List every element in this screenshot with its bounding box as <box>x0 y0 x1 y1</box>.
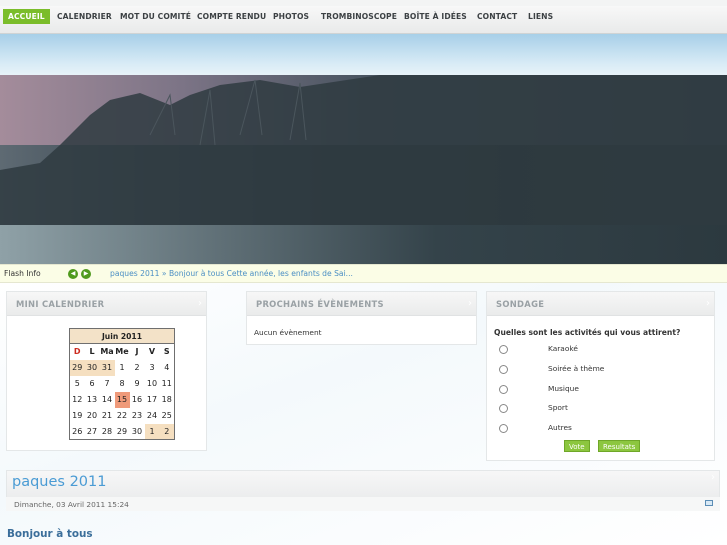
menu-item-liens[interactable]: LIENS <box>528 10 553 24</box>
chevron-right-icon: › <box>468 298 472 309</box>
menu-item-boite-a-idees[interactable]: BOÎTE À IDÉES <box>404 10 467 24</box>
calendar-day: 12 <box>72 395 83 404</box>
calendar-day: 23 <box>131 411 143 420</box>
arrow-left-icon[interactable]: ◀ <box>68 269 78 279</box>
calendar-day: 31 <box>99 359 115 376</box>
poll-option-radio[interactable] <box>499 404 508 413</box>
flash-info-label: Flash Info <box>4 269 41 278</box>
module-title: PROCHAINS ÉVÈNEMENTS <box>256 299 384 309</box>
calendar-day: 20 <box>86 411 98 420</box>
calendar-day: 10 <box>146 379 158 388</box>
calendar-day: 8 <box>119 379 125 388</box>
results-button[interactable]: Resultats <box>598 440 641 452</box>
menu-gloss <box>0 0 727 6</box>
calendar-day: 4 <box>164 363 170 372</box>
calendar-day: 14 <box>101 395 113 404</box>
calendar-day: 17 <box>146 395 158 404</box>
poll-option-label: Soirée à thème <box>548 364 605 373</box>
poll-question: Quelles sont les activités qui vous atti… <box>494 328 681 337</box>
header-photo <box>0 75 727 264</box>
events-empty-text: Aucun évènement <box>254 328 322 337</box>
vote-button[interactable]: Vote <box>564 440 590 452</box>
menu-item-contact[interactable]: CONTACT <box>477 10 517 24</box>
email-icon[interactable] <box>705 500 713 506</box>
module-header: PROCHAINS ÉVÈNEMENTS › <box>247 292 476 316</box>
poll-module: SONDAGE › <box>486 291 715 461</box>
module-header: SONDAGE › <box>487 292 714 316</box>
calendar-day: 19 <box>72 411 83 420</box>
menu-item-accueil[interactable]: ACCUEIL <box>3 9 50 24</box>
calendar-day: 5 <box>74 379 80 388</box>
calendar-day: 9 <box>134 379 140 388</box>
article-header: › <box>6 470 720 498</box>
calendar-day: 29 <box>116 426 128 436</box>
calendar-day: 22 <box>116 411 128 420</box>
calendar-day: 28 <box>101 426 113 436</box>
weekday-label: J <box>135 347 139 357</box>
page: ACCUEIL CALENDRIER MOT DU COMITÉ COMPTE … <box>0 0 727 545</box>
weekday-label: Ma <box>100 347 114 357</box>
chevron-right-icon: › <box>706 298 710 309</box>
flash-info-link[interactable]: paques 2011 » Bonjour à tous Cette année… <box>110 269 353 278</box>
events-module: PROCHAINS ÉVÈNEMENTS › Aucun évènement <box>246 291 477 345</box>
calendar-day: 2 <box>134 363 140 372</box>
calendar-day: 1 <box>144 423 160 440</box>
calendar-day: 24 <box>146 411 158 420</box>
calendar-day: 18 <box>161 395 172 404</box>
weekday-label: V <box>148 347 156 357</box>
weekday-label: L <box>89 347 95 357</box>
banner-sky <box>0 34 727 76</box>
weekday-label: S <box>163 347 170 357</box>
module-title: MINI CALENDRIER <box>16 299 105 309</box>
module-title: SONDAGE <box>496 299 545 309</box>
poll-option-radio[interactable] <box>499 365 508 374</box>
calendar-day: 30 <box>131 426 143 436</box>
flash-info-bar: Flash Info ◀ ▶ paques 2011 » Bonjour à t… <box>0 264 727 283</box>
calendar-day-today: 15 <box>114 391 130 408</box>
poll-option-label: Sport <box>548 403 568 412</box>
weekday-label: Me <box>115 347 129 357</box>
menu-item-trombinoscope[interactable]: TROMBINOSCOPE <box>321 10 397 24</box>
calendar-day: 16 <box>131 395 143 404</box>
article-intro: Bonjour à tous <box>7 528 93 540</box>
calendar-day: 30 <box>84 359 100 376</box>
article-date: Dimanche, 03 Avril 2011 15:24 <box>14 500 129 509</box>
calendar-day: 25 <box>161 411 172 420</box>
calendar-month[interactable]: Juin 2011 <box>69 328 175 344</box>
photo-water <box>0 225 727 264</box>
poll-option-radio[interactable] <box>499 385 508 394</box>
poll-option-label: Autres <box>548 423 572 432</box>
calendar-day: 1 <box>119 363 125 372</box>
poll-option-radio[interactable] <box>499 424 508 433</box>
calendar-day: 7 <box>104 379 110 388</box>
arrow-right-icon[interactable]: ▶ <box>81 269 91 279</box>
main-menu: ACCUEIL CALENDRIER MOT DU COMITÉ COMPTE … <box>0 0 727 34</box>
calendar-day: 29 <box>69 359 85 376</box>
chevron-right-icon: › <box>198 298 202 309</box>
calendar-day: 26 <box>72 426 83 436</box>
calendar-day: 3 <box>149 363 155 372</box>
menu-item-compte-rendu[interactable]: COMPTE RENDU <box>197 10 266 24</box>
chevron-right-icon: › <box>711 472 715 483</box>
mini-calendar: Juin 2011 D L Ma Me J V S 29 30 31 1 2 3… <box>69 328 175 440</box>
article-title[interactable]: paques 2011 <box>12 474 106 490</box>
module-header: MINI CALENDRIER › <box>7 292 206 316</box>
calendar-day: 27 <box>86 426 98 436</box>
poll-option-label: Karaoké <box>548 344 578 353</box>
calendar-day: 21 <box>101 411 113 420</box>
calendar-day: 13 <box>86 395 98 404</box>
calendar-day: 2 <box>159 423 175 440</box>
poll-option-label: Musique <box>548 384 579 393</box>
calendar-day: 6 <box>89 379 95 388</box>
calendar-day: 11 <box>161 379 172 388</box>
weekday-label: D <box>73 347 81 357</box>
menu-item-photos[interactable]: PHOTOS <box>273 10 309 24</box>
poll-option-radio[interactable] <box>499 345 508 354</box>
menu-item-calendrier[interactable]: CALENDRIER <box>57 10 112 24</box>
menu-item-mot-du-comite[interactable]: MOT DU COMITÉ <box>120 10 191 24</box>
